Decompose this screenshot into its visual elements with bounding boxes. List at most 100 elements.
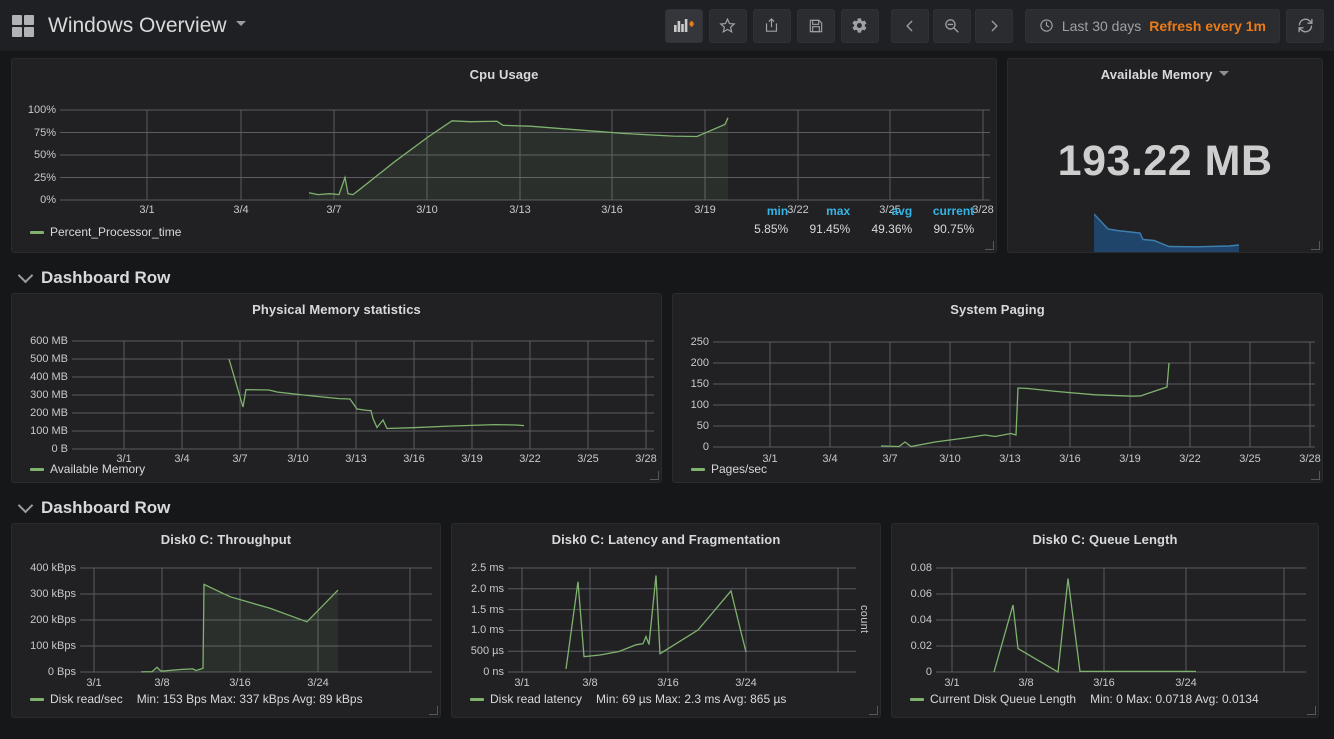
legend-color-swatch <box>470 697 484 701</box>
legend-stats: Min: 0 Max: 0.0718 Avg: 0.0134 <box>1090 692 1259 706</box>
stat-label: avg <box>891 204 913 218</box>
paging-legend[interactable]: Pages/sec <box>691 462 767 476</box>
y-tick: 0 B <box>51 443 68 455</box>
y-tick: 0 ns <box>483 666 504 678</box>
legend-color-swatch <box>30 467 44 471</box>
dashboard-title-menu[interactable]: Windows Overview <box>48 14 246 38</box>
panel-resize-handle[interactable] <box>1311 471 1320 480</box>
x-tick: 3/10 <box>416 204 438 216</box>
dashboard-row-bottom: Disk0 C: Throughput 400 kBps 300 kBps 20… <box>6 523 1328 718</box>
navbar-actions: Last 30 days Refresh every 1m <box>664 8 1324 43</box>
x-tick: 3/13 <box>345 453 367 465</box>
x-tick: 3/8 <box>1018 677 1034 689</box>
time-shift-back-button[interactable] <box>890 8 929 43</box>
x-tick: 3/13 <box>999 453 1021 465</box>
top-navbar: Windows Overview Last 30 days Refresh ev… <box>0 0 1334 52</box>
add-panel-button[interactable] <box>664 8 703 43</box>
time-range-picker[interactable]: Last 30 days Refresh every 1m <box>1024 8 1280 43</box>
time-shift-forward-button[interactable] <box>974 8 1013 43</box>
chevron-down-icon <box>17 497 34 513</box>
panel-cpu-usage: Cpu Usage 100% 75% 50% 25% 0% 3/1 3/4 3/… <box>11 58 998 253</box>
y-tick: 2.0 ms <box>470 582 504 595</box>
y-tick: 400 MB <box>30 370 68 383</box>
x-tick: 3/24 <box>1175 677 1197 689</box>
throughput-legend[interactable]: Disk read/sec Min: 153 Bps Max: 337 kBps… <box>30 692 363 706</box>
available-memory-sparkline <box>1093 212 1240 252</box>
panel-title-available-memory[interactable]: Available Memory <box>1008 59 1322 82</box>
x-tick: 3/16 <box>657 677 679 689</box>
x-tick: 3/10 <box>287 453 309 465</box>
panel-disk-latency: Disk0 C: Latency and Fragmentation 2.5 m… <box>451 523 881 718</box>
refresh-button[interactable] <box>1286 8 1324 43</box>
panel-resize-handle[interactable] <box>650 471 659 480</box>
panel-resize-handle[interactable] <box>869 706 878 715</box>
zoom-out-button[interactable] <box>932 8 971 43</box>
star-button[interactable] <box>708 8 747 43</box>
panel-resize-handle[interactable] <box>429 706 438 715</box>
legend-series-name: Disk read latency <box>490 692 583 706</box>
y-tick: 0.08 <box>910 562 932 574</box>
row-header-2[interactable]: Dashboard Row <box>6 493 1328 523</box>
y-tick: 100 <box>690 399 709 411</box>
y-tick: 600 MB <box>30 335 68 347</box>
y-tick: 300 kBps <box>30 588 76 600</box>
x-tick: 3/16 <box>229 677 251 689</box>
latency-y-axis: 2.5 ms 2.0 ms 1.5 ms 1.0 ms 500 µs 0 ns <box>452 562 508 678</box>
y-tick: 100% <box>27 104 56 116</box>
y-tick: 250 <box>690 336 709 348</box>
dashboard-body: Cpu Usage 100% 75% 50% 25% 0% 3/1 3/4 3/… <box>0 52 1334 718</box>
y-tick: 300 MB <box>30 389 68 401</box>
queue-x-axis: 3/1 3/8 3/16 3/24 <box>936 677 1306 693</box>
x-tick: 3/16 <box>1093 677 1115 689</box>
y-tick: 0.02 <box>910 640 932 652</box>
panel-resize-handle[interactable] <box>1311 241 1320 250</box>
x-tick: 3/1 <box>139 204 155 216</box>
y-tick: 400 kBps <box>30 562 76 574</box>
settings-gear-button[interactable] <box>840 8 879 43</box>
x-tick: 3/16 <box>1059 453 1081 465</box>
stat-current: current 90.75% <box>912 204 974 236</box>
queue-y-axis: 0.08 0.06 0.04 0.02 0 <box>892 562 936 678</box>
cpu-legend[interactable]: Percent_Processor_time <box>30 225 181 239</box>
clock-icon <box>1040 19 1053 32</box>
x-tick: 3/7 <box>326 204 342 216</box>
row-header-1[interactable]: Dashboard Row <box>6 263 1328 293</box>
physmem-legend[interactable]: Available Memory <box>30 462 145 476</box>
latency-legend[interactable]: Disk read latency Min: 69 µs Max: 2.3 ms… <box>470 692 786 706</box>
legend-series-name: Current Disk Queue Length <box>930 692 1077 706</box>
graph-disk-latency: 2.5 ms 2.0 ms 1.5 ms 1.0 ms 500 µs 0 ns <box>452 547 880 689</box>
panel-title-disk-latency: Disk0 C: Latency and Fragmentation <box>551 532 781 547</box>
y-tick: 100 MB <box>30 424 68 437</box>
x-tick: 3/22 <box>1179 453 1201 465</box>
stat-label: current <box>932 204 975 218</box>
x-tick: 3/25 <box>577 453 599 465</box>
dashboard-row-top: Cpu Usage 100% 75% 50% 25% 0% 3/1 3/4 3/… <box>6 52 1328 253</box>
panel-system-paging: System Paging 250 200 150 100 50 0 3/1 3… <box>672 293 1323 483</box>
singlestat-value: 193.22 MB <box>1057 137 1273 185</box>
throughput-y-axis: 400 kBps 300 kBps 200 kBps 100 kBps 0 Bp… <box>12 562 80 678</box>
page-title: Windows Overview <box>48 13 227 37</box>
dashboard-row-middle: Physical Memory statistics 600 MB 500 MB… <box>6 293 1328 483</box>
panel-resize-handle[interactable] <box>985 241 995 250</box>
y-tick: 150 <box>690 378 709 390</box>
y-tick: 500 MB <box>30 353 68 365</box>
cpu-plot-area <box>60 109 990 201</box>
queue-legend[interactable]: Current Disk Queue Length Min: 0 Max: 0.… <box>910 692 1259 706</box>
x-tick: 3/7 <box>232 453 248 465</box>
share-button[interactable] <box>752 8 791 43</box>
y-tick: 25% <box>33 171 56 184</box>
y-tick: 0.04 <box>910 614 932 626</box>
y-tick: 1.5 ms <box>470 603 504 616</box>
save-button[interactable] <box>796 8 835 43</box>
legend-color-swatch <box>910 697 924 701</box>
queue-plot-area <box>936 567 1306 674</box>
legend-series-name: Disk read/sec <box>50 692 123 706</box>
y-tick: 200 MB <box>30 407 68 419</box>
y-tick: 2.5 ms <box>470 562 504 574</box>
y-tick: 50 <box>696 420 709 432</box>
x-tick: 3/22 <box>519 453 541 465</box>
y-tick: 0.06 <box>910 588 932 600</box>
x-tick: 3/16 <box>601 204 623 216</box>
panel-title-system-paging: System Paging <box>950 302 1045 317</box>
panel-resize-handle[interactable] <box>1307 706 1316 715</box>
